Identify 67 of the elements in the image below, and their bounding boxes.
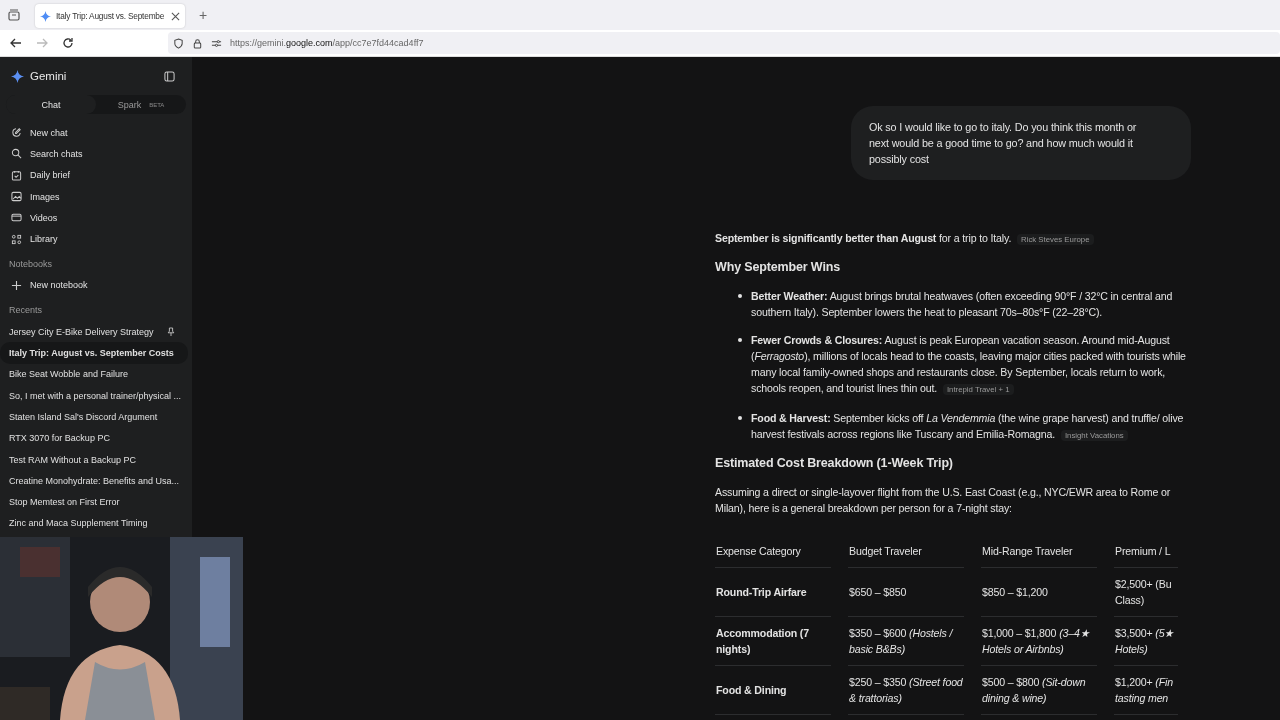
table-cell: $350 – $600 (Hostels / basic B&Bs) — [848, 617, 964, 666]
new-notebook-button[interactable]: New notebook — [0, 274, 192, 297]
sparkle-icon — [11, 69, 24, 83]
reload-icon[interactable] — [62, 37, 74, 49]
permissions-icon — [211, 37, 222, 49]
nav-item[interactable]: Library — [0, 228, 192, 250]
section-heading: Recents — [8, 304, 44, 318]
recent-chat[interactable]: Test RAM Without a Backup PC — [0, 448, 188, 471]
edit-icon — [11, 127, 22, 139]
video-icon — [11, 212, 22, 224]
nav-item[interactable]: New chat — [0, 122, 192, 144]
search-icon — [11, 148, 22, 160]
section-heading: Estimated Cost Breakdown (1-Week Trip) — [715, 456, 954, 470]
nav-item[interactable]: Images — [0, 185, 192, 208]
mode-tab[interactable]: Chat — [6, 95, 96, 114]
user-message: Ok so I would like to go to italy. Do you think this month or next would be a good time to go? and how much would it possibly cost — [851, 106, 1191, 180]
address-bar[interactable]: https://gemini.google.com/app/cc7e7fd44cad4ff7 — [168, 32, 1280, 54]
table-cell: Accommodation (7 nights) — [715, 617, 831, 666]
nav-item[interactable]: Search chats — [0, 143, 192, 165]
table-cell: $1,000 – $1,800 (3–4★ Hotels or Airbnbs) — [981, 617, 1097, 666]
table-cell: $2,500+ (Bu Class) — [1114, 568, 1178, 617]
close-icon[interactable] — [171, 11, 180, 21]
bullet-text: Better Weather: August brings brutal heatwaves (often exceeding 90°F / 32°C in central and southern Italy). September lowers the heat to pleasant 70s–80s°F (22–28°C). — [751, 289, 1174, 320]
plus-icon — [11, 279, 22, 291]
recent-chat[interactable]: So, I met with a personal trainer/physical ... — [0, 384, 188, 407]
recent-chat[interactable]: Jersey City E-Bike Delivery Strategy — [0, 321, 188, 343]
recent-chat[interactable]: RTX 3070 for Backup PC — [0, 427, 188, 449]
recent-chat[interactable]: Stop Memtest on First Error — [0, 491, 188, 513]
sparkle-icon — [40, 10, 51, 22]
section-heading: Notebooks — [8, 257, 54, 271]
paragraph: Assuming a direct or single-layover flight from the U.S. East Coast (e.g., NYC/EWR area to Rome or Milan), here is a general breakdown per person for a 7-night stay: — [715, 485, 1172, 516]
url-text: https://gemini.google.com/app/cc7e7fd44cad4ff7 — [230, 38, 424, 48]
tab-overview-icon[interactable] — [7, 8, 21, 22]
column-header: Expense Category — [715, 532, 831, 568]
table-cell: $650 – $850 — [848, 568, 964, 617]
recent-chat[interactable]: Staten Island Sal's Discord Argument — [0, 406, 188, 428]
back-icon[interactable] — [10, 37, 22, 49]
table-cell: $500 – $800 (Sit-down dining & wine) — [981, 666, 1097, 715]
recent-chat[interactable]: Creatine Monohydrate: Benefits and Usa... — [0, 470, 188, 492]
table-cell: Food & Dining — [715, 666, 831, 715]
calendar-icon — [11, 169, 22, 181]
image-icon — [11, 191, 22, 203]
column-header: Mid-Range Traveler — [981, 532, 1097, 568]
table-cell: $1,200+ (Fin tasting men — [1114, 666, 1178, 715]
mode-tab[interactable]: Spark $^{BETA}$ — [96, 95, 186, 114]
library-icon — [11, 233, 22, 245]
bullet-dot — [738, 416, 742, 420]
column-header: Budget Traveler — [848, 532, 964, 568]
app-title: Gemini — [30, 70, 67, 82]
nav-item[interactable]: Daily brief — [0, 164, 192, 186]
section-heading: Why September Wins — [715, 260, 841, 274]
table-cell: $3,500+ (5★ Hotels) — [1114, 617, 1178, 666]
sidebar-toggle-icon[interactable] — [164, 70, 175, 82]
nav-item[interactable]: Videos — [0, 207, 192, 229]
recent-chat[interactable]: Italy Trip: August vs. September Costs — [0, 342, 188, 364]
column-header: Premium / L — [1114, 532, 1178, 568]
bullet-dot — [738, 338, 742, 342]
recent-chat[interactable]: Zinc and Maca Supplement Timing — [0, 512, 188, 535]
shield-icon — [173, 37, 184, 49]
bullet-dot — [738, 294, 742, 298]
lock-icon — [192, 37, 203, 49]
table-cell: $250 – $350 (Street food & trattorias) — [848, 666, 964, 715]
recent-chat[interactable]: Bike Seat Wobble and Failure — [0, 363, 188, 385]
new-tab-button[interactable]: + — [195, 7, 212, 23]
table-cell: $850 – $1,200 — [981, 568, 1097, 617]
table-cell: Round-Trip Airfare — [715, 568, 831, 617]
browser-tab[interactable]: Italy Trip: August vs. Septembe — [35, 4, 185, 28]
